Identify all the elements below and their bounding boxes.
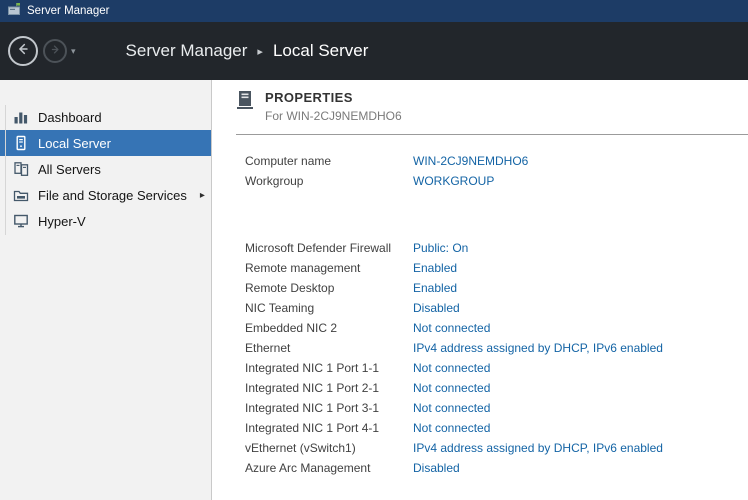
table-row: NIC Teaming Disabled (245, 298, 748, 318)
properties-panel: PROPERTIES For WIN-2CJ9NEMDHO6 Computer … (212, 80, 748, 500)
breadcrumb-separator-icon: ▸ (257, 45, 263, 58)
table-row: Ethernet IPv4 address assigned by DHCP, … (245, 338, 748, 358)
property-label: Workgroup (245, 174, 413, 188)
dashboard-icon (13, 109, 29, 125)
sidebar-item-all-servers[interactable]: All Servers (0, 156, 211, 182)
property-value-link[interactable]: Not connected (413, 421, 490, 435)
properties-header: PROPERTIES For WIN-2CJ9NEMDHO6 (236, 90, 748, 123)
table-row: Remote Desktop Enabled (245, 278, 748, 298)
table-row: Microsoft Defender Firewall Public: On (245, 238, 748, 258)
history-dropdown-caret[interactable]: ▾ (71, 46, 76, 57)
sidebar-item-local-server[interactable]: Local Server (0, 130, 211, 156)
properties-title: PROPERTIES (265, 90, 402, 105)
property-label: Computer name (245, 154, 413, 168)
property-label: Embedded NIC 2 (245, 321, 413, 335)
property-value-link[interactable]: WORKGROUP (413, 174, 494, 188)
property-label: Microsoft Defender Firewall (245, 241, 413, 255)
titlebar: Server Manager (0, 0, 748, 22)
property-label: Integrated NIC 1 Port 3-1 (245, 401, 413, 415)
forward-arrow-icon (50, 42, 61, 60)
hyperv-icon (13, 213, 29, 229)
sidebar-item-label: Hyper-V (38, 214, 86, 229)
table-row: vEthernet (vSwitch1) IPv4 address assign… (245, 438, 748, 458)
property-label: Integrated NIC 1 Port 4-1 (245, 421, 413, 435)
sidebar-item-label: Local Server (38, 136, 111, 151)
back-arrow-icon (16, 42, 30, 61)
server-manager-icon (7, 2, 21, 21)
sidebar-item-label: Dashboard (38, 110, 102, 125)
properties-divider (236, 134, 748, 135)
property-value-link[interactable]: Not connected (413, 381, 490, 395)
property-label: Ethernet (245, 341, 413, 355)
table-row: Integrated NIC 1 Port 1-1 Not connected (245, 358, 748, 378)
property-value-link[interactable]: Not connected (413, 361, 490, 375)
property-value-link[interactable]: Enabled (413, 281, 457, 295)
properties-header-text: PROPERTIES For WIN-2CJ9NEMDHO6 (265, 90, 402, 123)
property-value-link[interactable]: Public: On (413, 241, 468, 255)
server-icon (13, 135, 29, 151)
property-label: Remote management (245, 261, 413, 275)
property-label: Azure Arc Management (245, 461, 413, 475)
property-label: Remote Desktop (245, 281, 413, 295)
breadcrumb-current: Local Server (273, 41, 368, 61)
table-row: Remote management Enabled (245, 258, 748, 278)
properties-status-group: Microsoft Defender Firewall Public: On R… (245, 238, 748, 478)
nav-buttons: ▾ (8, 36, 76, 66)
table-row: Workgroup WORKGROUP (245, 171, 748, 191)
navigation-header: ▾ Server Manager ▸ Local Server (0, 22, 748, 80)
property-value-link[interactable]: Disabled (413, 301, 460, 315)
window-title: Server Manager (27, 5, 109, 17)
property-value-link[interactable]: IPv4 address assigned by DHCP, IPv6 enab… (413, 441, 663, 455)
sidebar-item-label: File and Storage Services (38, 188, 187, 203)
sidebar: Dashboard Local Server All Servers File … (0, 80, 212, 500)
properties-subtitle: For WIN-2CJ9NEMDHO6 (265, 109, 402, 123)
property-value-link[interactable]: Not connected (413, 401, 490, 415)
property-value-link[interactable]: Disabled (413, 461, 460, 475)
property-label: Integrated NIC 1 Port 2-1 (245, 381, 413, 395)
property-value-link[interactable]: Not connected (413, 321, 490, 335)
sidebar-rail (5, 105, 6, 235)
chevron-right-icon: ▸ (200, 190, 205, 201)
property-value-link[interactable]: Enabled (413, 261, 457, 275)
property-label: Integrated NIC 1 Port 1-1 (245, 361, 413, 375)
property-label: NIC Teaming (245, 301, 413, 315)
sidebar-item-label: All Servers (38, 162, 101, 177)
server-tile-icon (236, 90, 254, 110)
table-row: Computer name WIN-2CJ9NEMDHO6 (245, 151, 748, 171)
back-button[interactable] (8, 36, 38, 66)
breadcrumb-root[interactable]: Server Manager (126, 41, 248, 61)
table-row: Integrated NIC 1 Port 3-1 Not connected (245, 398, 748, 418)
breadcrumb: Server Manager ▸ Local Server (126, 41, 369, 61)
server-manager-window: Server Manager ▾ Server Manager ▸ Local … (0, 0, 748, 500)
table-row: Azure Arc Management Disabled (245, 458, 748, 478)
table-row: Integrated NIC 1 Port 2-1 Not connected (245, 378, 748, 398)
property-label: vEthernet (vSwitch1) (245, 441, 413, 455)
sidebar-item-dashboard[interactable]: Dashboard (0, 104, 211, 130)
sidebar-item-hyper-v[interactable]: Hyper-V (0, 208, 211, 234)
property-value-link[interactable]: IPv4 address assigned by DHCP, IPv6 enab… (413, 341, 663, 355)
body: Dashboard Local Server All Servers File … (0, 80, 748, 500)
property-value-link[interactable]: WIN-2CJ9NEMDHO6 (413, 154, 528, 168)
storage-icon (13, 187, 29, 203)
table-row: Integrated NIC 1 Port 4-1 Not connected (245, 418, 748, 438)
properties-table: Computer name WIN-2CJ9NEMDHO6 Workgroup … (236, 151, 748, 478)
sidebar-item-file-storage-services[interactable]: File and Storage Services ▸ (0, 182, 211, 208)
forward-button[interactable] (43, 39, 67, 63)
servers-icon (13, 161, 29, 177)
table-row: Embedded NIC 2 Not connected (245, 318, 748, 338)
